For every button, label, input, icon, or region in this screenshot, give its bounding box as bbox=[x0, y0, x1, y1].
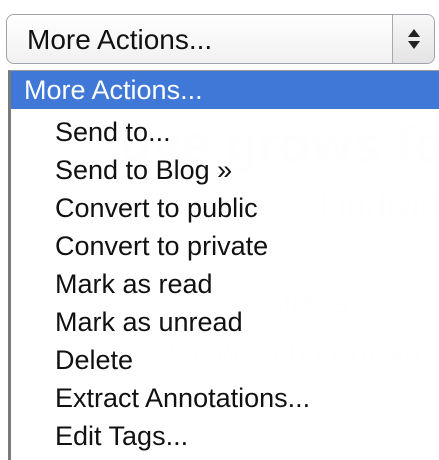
select-stepper[interactable] bbox=[392, 15, 434, 63]
menu-item-convert-to-private[interactable]: Convert to private bbox=[11, 227, 439, 265]
menu-item-mark-as-unread[interactable]: Mark as unread bbox=[11, 303, 439, 341]
more-actions-menu: More Actions... Send to... Send to Blog … bbox=[8, 70, 439, 460]
select-value: More Actions... bbox=[27, 24, 213, 55]
menu-item-extract-annotations[interactable]: Extract Annotations... bbox=[11, 379, 439, 417]
up-down-arrows-icon bbox=[408, 29, 420, 49]
menu-item-convert-to-public[interactable]: Convert to public bbox=[11, 189, 439, 227]
menu-item-more-actions[interactable]: More Actions... bbox=[11, 71, 439, 109]
menu-item-edit-tags[interactable]: Edit Tags... bbox=[11, 417, 439, 455]
screen: ove grows for o l individu stress o www.… bbox=[0, 0, 439, 460]
more-actions-select[interactable]: More Actions... bbox=[6, 14, 435, 64]
menu-item-send-to-blog[interactable]: Send to Blog » bbox=[11, 151, 439, 189]
menu-item-mark-as-read[interactable]: Mark as read bbox=[11, 265, 439, 303]
menu-item-delete[interactable]: Delete bbox=[11, 341, 439, 379]
menu-item-send-to[interactable]: Send to... bbox=[11, 113, 439, 151]
